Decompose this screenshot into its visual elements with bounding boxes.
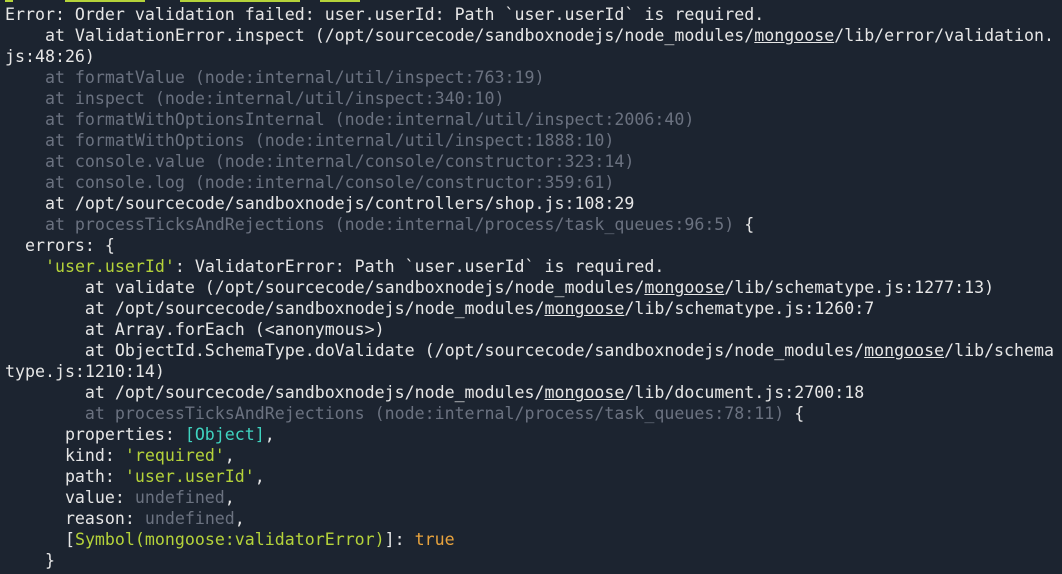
prop-value: 'required' — [124, 446, 225, 465]
module-link[interactable]: mongoose — [644, 278, 724, 297]
prop-key: path: — [5, 467, 125, 486]
sliver-fragment — [180, 0, 300, 2]
stack-frame-internal: at processTicksAndRejections (node:inter… — [5, 214, 754, 235]
stack-frame-anon: at /opt/sourcecode/sandboxnodejs/node_mo… — [5, 298, 874, 319]
stack-frame-text: /lib/schematype.js:1277:13) — [724, 278, 995, 297]
stack-frame-wrap: js:48:26) — [5, 47, 95, 66]
module-link[interactable]: mongoose — [864, 341, 944, 360]
comma: , — [224, 488, 235, 507]
stack-frame-text: /lib/schematype.js:1260:7 — [624, 299, 875, 318]
stack-frame-validate: at validate (/opt/sourcecode/sandboxnode… — [5, 277, 994, 298]
comma: , — [264, 425, 275, 444]
brace-open: { — [734, 215, 755, 234]
bracket: ]: — [384, 530, 415, 549]
prop-value: true — [414, 530, 455, 549]
stack-frame-internal: at formatValue (node:internal/util/inspe… — [5, 68, 545, 87]
stack-frame-user-code: at /opt/sourcecode/sandboxnodejs/control… — [5, 194, 635, 213]
error-message: Error: Order validation failed: user.use… — [5, 5, 765, 24]
prop-value: undefined — [134, 488, 225, 507]
stack-frame-text: /lib/document.js:2700:18 — [624, 383, 865, 402]
prop-value-field: value: undefined, — [5, 487, 235, 508]
prop-value: undefined — [144, 509, 235, 528]
symbol-key: Symbol(mongoose:validatorError) — [74, 530, 385, 549]
stack-frame-internal: at processTicksAndRejections (node:inter… — [5, 403, 804, 424]
stack-frame-text: at validate (/opt/sourcecode/sandboxnode… — [5, 278, 645, 297]
stack-frame-internal: at formatWithOptionsInternal (node:inter… — [5, 110, 695, 129]
stack-frame-internal: at inspect (node:internal/util/inspect:3… — [5, 89, 505, 108]
prop-path: path: 'user.userId', — [5, 466, 265, 487]
stack-frame-foreach: at Array.forEach (<anonymous>) — [5, 320, 385, 339]
error-key: 'user.userId' — [44, 257, 175, 276]
module-link[interactable]: mongoose — [754, 26, 834, 45]
brace-close: } — [5, 551, 55, 570]
prop-value: 'user.userId' — [124, 467, 255, 486]
stack-frame-text: at processTicksAndRejections (node:inter… — [5, 215, 735, 234]
stack-frame-text: /lib/error/validation. — [834, 26, 1055, 45]
prop-key: value: — [5, 488, 135, 507]
stack-frame-text: at ObjectId.SchemaType.doValidate (/opt/… — [5, 341, 865, 360]
validator-error-message: : ValidatorError: Path `user.userId` is … — [174, 257, 665, 276]
prop-symbol: [Symbol(mongoose:validatorError)]: true — [5, 529, 455, 550]
sliver-fragment — [5, 0, 13, 2]
errors-object-open: errors: { — [5, 236, 115, 255]
prop-value: [Object] — [184, 425, 265, 444]
prop-key: reason: — [5, 509, 145, 528]
sliver-fragment — [320, 0, 360, 2]
validator-error-entry: 'user.userId': ValidatorError: Path `use… — [5, 256, 664, 277]
prop-reason: reason: undefined, — [5, 508, 245, 529]
stack-frame-text: at ValidationError.inspect (/opt/sourcec… — [5, 26, 755, 45]
module-link[interactable]: mongoose — [544, 383, 624, 402]
stack-frame-text: at /opt/sourcecode/sandboxnodejs/node_mo… — [5, 383, 545, 402]
stack-frame-internal: at console.value (node:internal/console/… — [5, 152, 635, 171]
stack-frame-document: at /opt/sourcecode/sandboxnodejs/node_mo… — [5, 382, 864, 403]
stack-frame-wrap: type.js:1210:14) — [5, 362, 165, 381]
terminal-window[interactable]: Error: Order validation failed: user.use… — [0, 0, 1062, 574]
stack-frame-text: /lib/schema — [944, 341, 1055, 360]
brace-open: { — [784, 404, 805, 423]
stack-frame-internal: at formatWithOptions (node:internal/util… — [5, 131, 615, 150]
stack-frame-text: at processTicksAndRejections (node:inter… — [5, 404, 785, 423]
prop-properties: properties: [Object], — [5, 424, 275, 445]
stack-frame-internal: at console.log (node:internal/console/co… — [5, 173, 615, 192]
bracket: [ — [64, 530, 75, 549]
prop-key: properties: — [5, 425, 185, 444]
module-link[interactable]: mongoose — [544, 299, 624, 318]
stack-frame-text: at /opt/sourcecode/sandboxnodejs/node_mo… — [5, 299, 545, 318]
comma: , — [234, 509, 245, 528]
stack-frame-inspect: at ValidationError.inspect (/opt/sourcec… — [5, 25, 1054, 46]
stack-frame-dovalidate: at ObjectId.SchemaType.doValidate (/opt/… — [5, 340, 1054, 361]
comma: , — [224, 446, 235, 465]
comma: , — [254, 467, 265, 486]
prop-key: kind: — [5, 446, 125, 465]
sliver-fragment — [65, 0, 145, 2]
prop-kind: kind: 'required', — [5, 445, 235, 466]
